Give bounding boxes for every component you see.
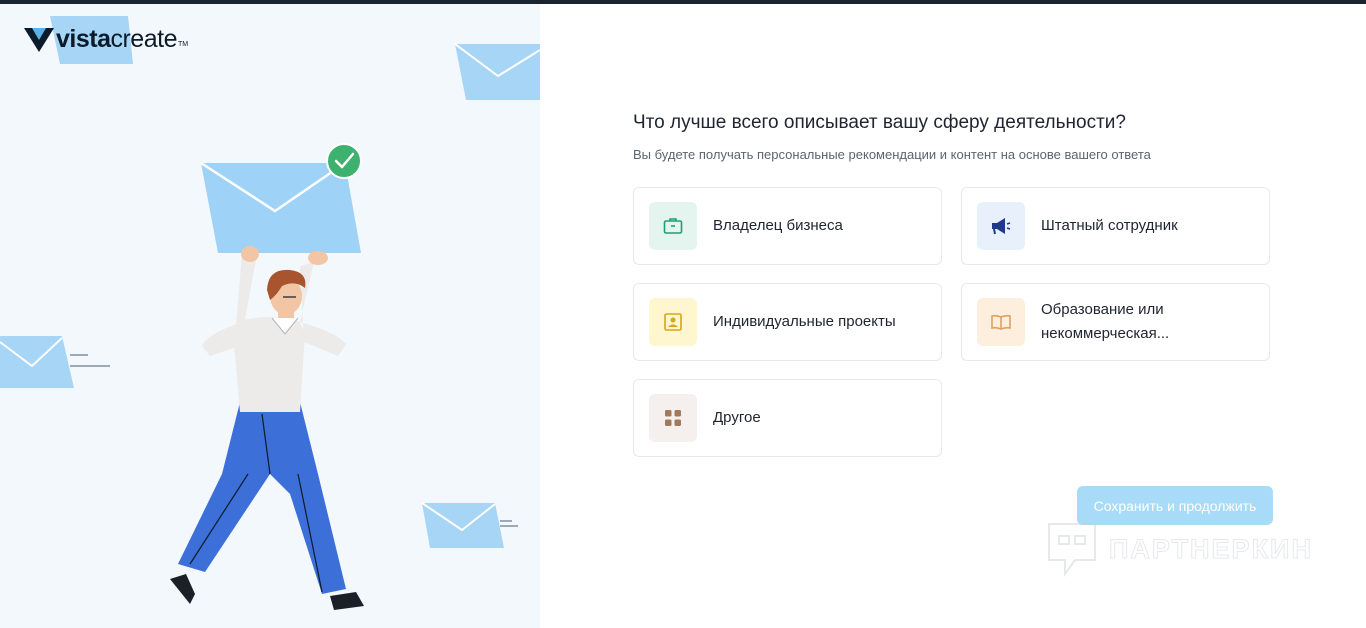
option-icon-badge [649,394,697,442]
option-icon-badge [649,202,697,250]
logo-text-light: create [110,24,177,53]
megaphone-icon [992,218,1011,235]
logo-mark-icon [24,28,54,52]
illustration-panel: vista create TM [0,4,540,628]
option-label: Образование или некоммерческая... [1041,301,1170,342]
logo-trademark: TM [177,41,189,48]
watermark-logo-icon [1048,523,1096,578]
check-icon [326,143,362,179]
illustration [0,16,540,610]
question-subtitle: Вы будете получать персональные рекоменд… [633,147,1151,162]
watermark-text: ПАРТНЕРКИН [1109,533,1313,564]
vistacreate-logo[interactable]: vista create TM [24,24,188,54]
envelope-icon [0,336,110,388]
option-individual-projects[interactable]: Индивидуальные проекты [633,283,942,361]
option-icon-badge [977,202,1025,250]
option-icon-badge [649,298,697,346]
person-figure [170,246,364,610]
briefcase-icon [663,218,683,234]
portrait-icon [664,313,682,331]
grid-icon [665,410,681,426]
option-other[interactable]: Другое [633,379,942,457]
partnerkin-watermark: ПАРТНЕРКИН [1045,519,1313,579]
envelope-icon [454,43,540,100]
envelope-icon [421,502,518,548]
option-business-owner[interactable]: Владелец бизнеса [633,187,942,265]
question-panel: Что лучше всего описывает вашу сферу дея… [540,4,1366,628]
book-icon [991,314,1011,330]
option-label: Другое [713,409,761,426]
logo-text-bold: vista [56,24,111,53]
option-label: Владелец бизнеса [713,217,843,234]
question-title: Что лучше всего описывает вашу сферу дея… [633,112,1126,133]
option-icon-badge [977,298,1025,346]
option-staff-employee[interactable]: Штатный сотрудник [961,187,1270,265]
option-education-nonprofit[interactable]: Образование или некоммерческая... [961,283,1270,361]
option-label: Штатный сотрудник [1041,217,1178,234]
option-label: Индивидуальные проекты [713,313,896,330]
